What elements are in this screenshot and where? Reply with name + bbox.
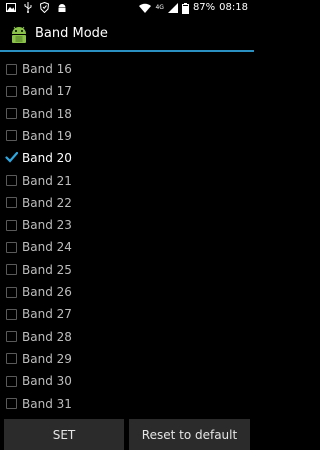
reset-to-default-button[interactable]: Reset to default (129, 419, 250, 450)
band-checkbox[interactable] (6, 175, 17, 186)
band-row[interactable]: Band 26 (0, 281, 254, 303)
band-row[interactable]: Band 28 (0, 326, 254, 348)
band-checkbox[interactable] (6, 353, 17, 365)
band-label: Band 25 (22, 262, 72, 277)
band-label: Band 26 (22, 285, 72, 299)
button-bar: SET Reset to default (0, 414, 254, 450)
band-label: Band 28 (22, 329, 72, 344)
band-checkbox[interactable] (6, 219, 17, 231)
band-list: Band 16 Band 17 Band 18 Band 19 Band 20 Band … (0, 52, 254, 412)
band-row[interactable]: Band 29 (0, 348, 254, 370)
band-checkbox[interactable] (6, 63, 17, 75)
battery-percent: 87% (192, 2, 216, 13)
android-logo-icon (9, 25, 29, 45)
band-label: Band 29 (22, 351, 72, 366)
band-checkbox[interactable] (6, 241, 17, 253)
band-checkbox[interactable] (6, 197, 17, 209)
band-row[interactable]: Band 16 (0, 58, 254, 80)
band-checkbox-checked[interactable] (5, 151, 18, 164)
battery-icon (181, 2, 189, 14)
band-label: Band 22 (22, 195, 72, 210)
action-bar: Band Mode (0, 18, 254, 52)
clock: 08:18 (219, 2, 248, 13)
band-checkbox[interactable] (6, 331, 17, 343)
band-row[interactable]: Band 20 (0, 147, 254, 169)
band-checkbox[interactable] (6, 308, 17, 320)
band-row[interactable]: Band 18 (0, 103, 254, 125)
band-label: Band 20 (22, 151, 72, 166)
band-label: Band 23 (22, 218, 72, 233)
wifi-icon (139, 3, 152, 13)
band-checkbox[interactable] (6, 85, 17, 97)
band-label: Band 31 (22, 396, 72, 411)
band-row[interactable]: Band 22 (0, 192, 254, 214)
signal-icon (167, 3, 178, 13)
band-row[interactable]: Band 24 (0, 236, 254, 258)
band-label: Band 16 (22, 62, 72, 76)
checkmark-icon (5, 151, 18, 163)
band-label: Band 24 (22, 240, 72, 255)
band-label: Band 21 (22, 173, 72, 188)
band-row[interactable]: Band 25 (0, 259, 254, 281)
band-checkbox[interactable] (6, 130, 17, 142)
band-row[interactable]: Band 31 (0, 393, 254, 413)
band-checkbox[interactable] (6, 286, 17, 298)
usb-icon (24, 2, 32, 13)
band-checkbox[interactable] (6, 398, 17, 409)
shield-icon (40, 2, 49, 13)
network-type-label: 4G (155, 4, 164, 11)
band-row[interactable]: Band 21 (0, 170, 254, 192)
band-label: Band 30 (22, 374, 72, 389)
band-row[interactable]: Band 23 (0, 214, 254, 236)
set-button[interactable]: SET (4, 419, 124, 450)
band-label: Band 18 (22, 106, 72, 121)
image-icon (6, 3, 16, 12)
band-checkbox[interactable] (6, 264, 17, 276)
status-bar: 4G 87% 08:18 (0, 0, 254, 18)
band-label: Band 27 (22, 307, 72, 322)
band-checkbox[interactable] (6, 108, 17, 120)
band-checkbox[interactable] (6, 375, 17, 387)
band-row[interactable]: Band 19 (0, 125, 254, 147)
band-row[interactable]: Band 17 (0, 80, 254, 102)
band-label: Band 17 (22, 84, 72, 99)
page-title: Band Mode (35, 26, 108, 41)
android-icon (57, 3, 67, 13)
band-row[interactable]: Band 27 (0, 303, 254, 325)
band-label: Band 19 (22, 128, 72, 143)
band-row[interactable]: Band 30 (0, 370, 254, 392)
